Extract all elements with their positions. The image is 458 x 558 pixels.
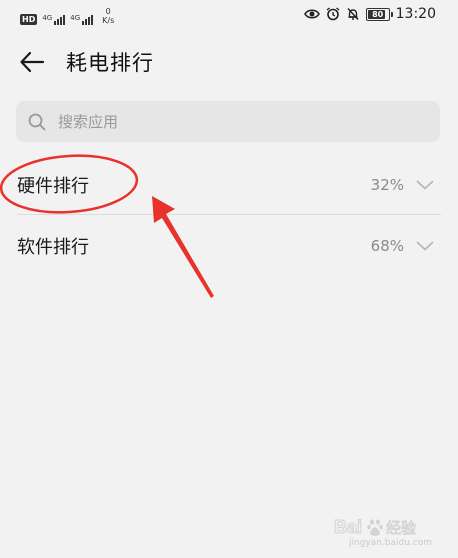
battery-indicator: 80: [365, 7, 393, 21]
list-item-value: 32%: [370, 175, 404, 194]
watermark: Bai 经验 jingyan.baidu.com: [334, 516, 432, 549]
baidu-logo: Bai 经验: [334, 517, 416, 538]
back-button[interactable]: [12, 42, 52, 82]
search-box[interactable]: [16, 101, 440, 142]
search-icon: [28, 113, 46, 130]
watermark-url: jingyan.baidu.com: [348, 538, 432, 548]
screen: HD 4G 4G 0 K/s 80 13:20 耗电排行 搜索应用 硬件排行 3…: [0, 0, 458, 558]
list-item-value: 68%: [370, 236, 404, 255]
status-right: 80 13:20: [303, 6, 436, 22]
arrow-left-icon: [20, 51, 45, 73]
chevron-down-icon[interactable]: [416, 180, 434, 190]
signal-2-label: 4G: [70, 14, 81, 22]
ranking-list: 硬件排行 32% 软件排行 68%: [0, 154, 458, 276]
list-item-hardware[interactable]: 硬件排行 32%: [0, 154, 458, 215]
search-input[interactable]: [56, 111, 420, 132]
status-time: 13:20: [395, 6, 436, 22]
mute-bell-icon: [346, 7, 360, 21]
list-item-label: 软件排行: [17, 236, 89, 258]
list-item-software[interactable]: 软件排行 68%: [0, 215, 458, 276]
chevron-down-icon[interactable]: [416, 241, 434, 251]
list-item-label: 硬件排行: [17, 175, 89, 197]
hd-badge: HD: [20, 14, 38, 25]
alarm-icon: [326, 7, 340, 21]
page-title: 耗电排行: [66, 51, 154, 75]
app-header: 耗电排行: [0, 36, 458, 88]
svg-text:Bai: Bai: [334, 517, 362, 537]
battery-level: 80: [372, 9, 384, 19]
signal-strength-2: 4G: [70, 14, 94, 25]
eye-icon: [303, 8, 320, 20]
status-left: HD 4G 4G 0 K/s: [20, 7, 114, 25]
signal-strength-1: 4G: [42, 14, 66, 25]
network-speed: 0 K/s: [102, 7, 114, 25]
network-speed-unit: K/s: [102, 16, 115, 25]
status-bar: HD 4G 4G 0 K/s 80 13:20: [0, 0, 458, 30]
signal-1-label: 4G: [42, 14, 53, 22]
network-speed-value: 0: [105, 7, 111, 16]
svg-text:经验: 经验: [386, 519, 416, 537]
